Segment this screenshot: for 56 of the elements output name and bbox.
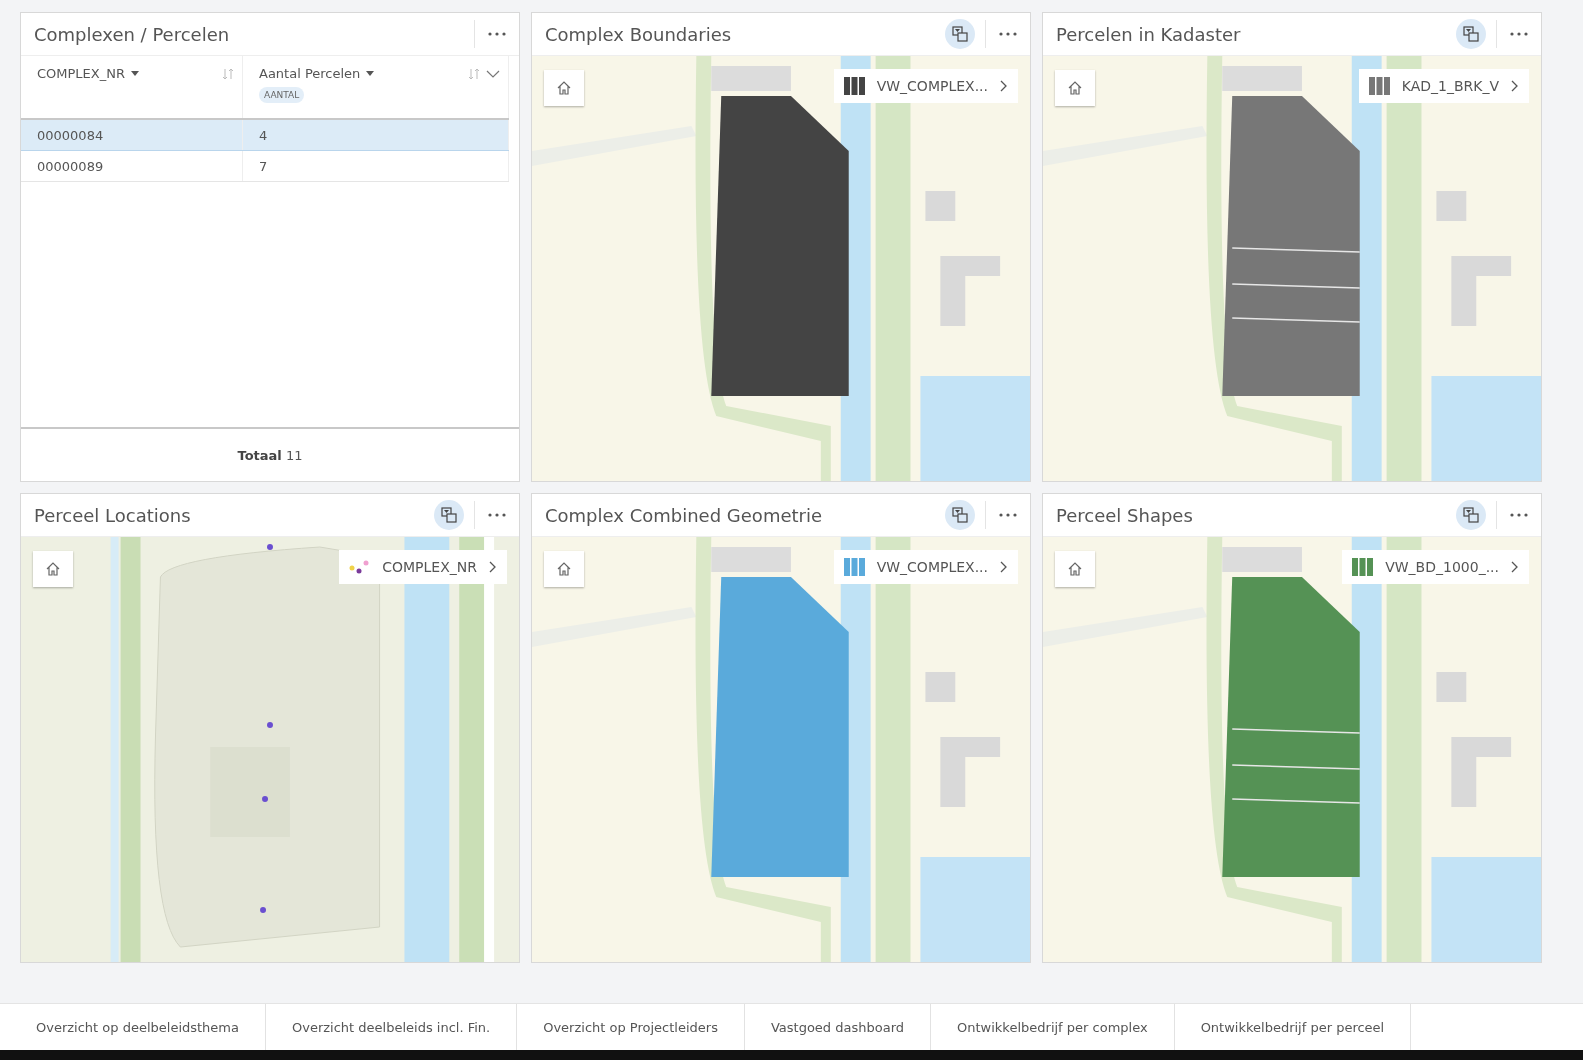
panel-title: Complexen / Percelen	[34, 23, 231, 45]
filter-icon	[952, 507, 968, 523]
panel-title: Perceel Locations	[34, 504, 192, 526]
home-icon	[1068, 81, 1082, 95]
more-icon[interactable]	[998, 512, 1018, 518]
home-button[interactable]	[544, 551, 584, 587]
filter-icon	[441, 507, 457, 523]
filter-button[interactable]	[1456, 19, 1486, 49]
chevron-right-icon[interactable]	[489, 561, 497, 573]
panel-title: Percelen in Kadaster	[1056, 23, 1242, 45]
home-icon	[1068, 562, 1082, 576]
filter-icon	[1463, 26, 1479, 42]
chevron-right-icon[interactable]	[1000, 80, 1008, 92]
table-row[interactable]: 00000089 7	[21, 151, 509, 182]
more-icon[interactable]	[1509, 512, 1529, 518]
chevron-down-icon[interactable]	[486, 69, 500, 78]
legend-button[interactable]: VW_BD_1000_...	[1342, 550, 1529, 584]
panel-title: Complex Boundaries	[545, 23, 733, 45]
home-button[interactable]	[544, 70, 584, 106]
table-cell: 4	[243, 120, 509, 150]
caret-icon[interactable]	[131, 71, 139, 76]
column-header[interactable]: COMPLEX_NR	[37, 66, 125, 81]
panel-title: Complex Combined Geometrie	[545, 504, 824, 526]
legend-button[interactable]: VW_COMPLEX...	[833, 550, 1018, 584]
home-icon	[557, 81, 571, 95]
legend-button[interactable]: COMPLEX_NR	[339, 550, 507, 584]
field-badge: AANTAL	[259, 87, 305, 103]
more-icon[interactable]	[998, 31, 1018, 37]
caret-icon[interactable]	[366, 71, 375, 76]
table-total: Totaal 11	[237, 447, 303, 463]
column-header[interactable]: Aantal Percelen	[259, 66, 361, 81]
table-cell: 00000089	[21, 151, 243, 181]
legend-button[interactable]: VW_COMPLEX...	[833, 69, 1018, 103]
home-button[interactable]	[1055, 551, 1095, 587]
more-icon[interactable]	[1509, 31, 1529, 37]
home-icon	[557, 562, 571, 576]
home-button[interactable]	[33, 551, 73, 587]
more-icon[interactable]	[487, 31, 507, 37]
filter-button[interactable]	[434, 500, 464, 530]
chevron-right-icon[interactable]	[1000, 561, 1008, 573]
panel-title: Perceel Shapes	[1056, 504, 1194, 526]
table-row[interactable]: 00000084 4	[21, 120, 509, 151]
more-icon[interactable]	[487, 512, 507, 518]
filter-icon	[1463, 507, 1479, 523]
points-icon	[349, 560, 371, 574]
home-button[interactable]	[1055, 70, 1095, 106]
filter-button[interactable]	[1456, 500, 1486, 530]
filter-button[interactable]	[945, 19, 975, 49]
legend-button[interactable]: KAD_1_BRK_V	[1358, 69, 1529, 103]
chevron-right-icon[interactable]	[1511, 561, 1519, 573]
filter-icon	[952, 26, 968, 42]
table-cell: 7	[243, 151, 509, 181]
chevron-right-icon[interactable]	[1511, 80, 1519, 92]
filter-button[interactable]	[945, 500, 975, 530]
home-icon	[46, 562, 60, 576]
table-cell: 00000084	[21, 120, 243, 150]
